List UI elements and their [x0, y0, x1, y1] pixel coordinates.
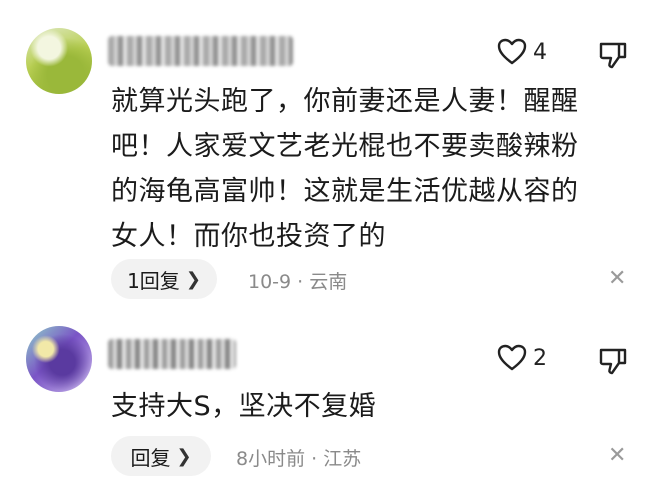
heart-outline-icon [497, 344, 527, 372]
reply-button[interactable]: 回复 ❯ [111, 436, 211, 476]
comment-text: 支持大S，坚决不复婚 [111, 391, 377, 422]
thumb-down-icon [598, 42, 628, 74]
chevron-right-icon: ❯ [185, 268, 201, 290]
dislike-button[interactable] [598, 40, 628, 74]
like-button[interactable]: 2 [497, 344, 547, 372]
thumb-down-icon [598, 348, 628, 380]
dislike-button[interactable] [598, 346, 628, 380]
close-icon[interactable]: ✕ [608, 445, 626, 467]
comment-meta: 10-9 · 云南 [248, 271, 348, 293]
like-count: 2 [533, 345, 547, 371]
avatar[interactable] [26, 28, 92, 94]
view-replies-button[interactable]: 1回复 ❯ [111, 259, 217, 299]
like-button[interactable]: 4 [497, 38, 547, 66]
comment-text: 就算光头跑了，你前妻还是人妻！醒醒 吧！人家爱文艺老光棍也不要卖酸辣粉 的海龟高… [111, 86, 579, 252]
heart-outline-icon [497, 38, 527, 66]
username-blurred[interactable] [108, 36, 293, 66]
username-blurred[interactable] [108, 339, 236, 369]
comment-meta: 8小时前 · 江苏 [236, 448, 362, 470]
reply-label: 回复 [130, 445, 171, 470]
reply-count-label: 1回复 [127, 268, 180, 293]
chevron-right-icon: ❯ [176, 445, 192, 467]
like-count: 4 [533, 39, 547, 65]
close-icon[interactable]: ✕ [608, 268, 626, 290]
avatar[interactable] [26, 326, 92, 392]
